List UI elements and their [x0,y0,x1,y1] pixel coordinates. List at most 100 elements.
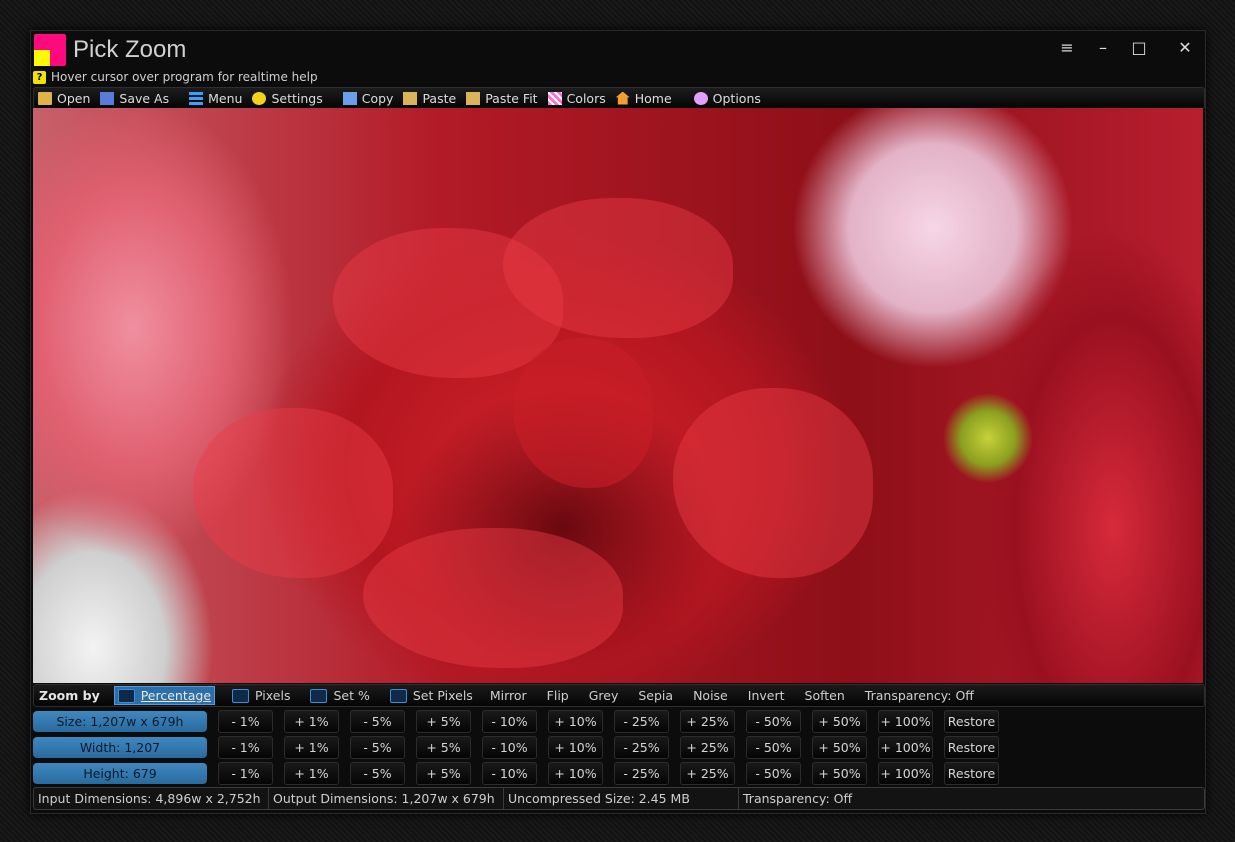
width-plus-50-button[interactable]: + 50% [812,735,867,759]
height-restore-button[interactable]: Restore [944,761,999,785]
copy-button[interactable]: Copy [342,91,393,106]
width-restore-button[interactable]: Restore [944,735,999,759]
soften-button[interactable]: Soften [805,688,845,703]
paste-fit-button[interactable]: Paste Fit [466,90,538,106]
rose-petal [673,388,873,578]
zoom-percentage-option[interactable]: Percentage [113,686,216,705]
minimize-button[interactable]: – [1089,36,1117,60]
zoom-pixels-option[interactable]: Pixels [229,687,293,704]
paste-icon [403,91,418,105]
size-minus-5-button[interactable]: - 5% [350,709,405,733]
size-plus-1-button[interactable]: + 1% [284,709,339,733]
width-minus-5-button[interactable]: - 5% [350,735,405,759]
image-canvas[interactable] [33,108,1203,683]
sepia-button[interactable]: Sepia [638,688,673,703]
flip-button[interactable]: Flip [547,688,569,703]
size-plus-25-button[interactable]: + 25% [680,709,735,733]
paste-fit-icon [466,91,481,105]
zoom-by-label: Zoom by [39,688,100,703]
width-plus-100-button[interactable]: + 100% [878,735,933,759]
swap-icon [117,688,135,703]
colors-label: Colors [566,90,606,106]
home-button[interactable]: Home [615,91,672,106]
height-plus-100-button[interactable]: + 100% [878,761,933,785]
noise-button[interactable]: Noise [693,688,728,703]
zoom-option-label: Percentage [140,688,212,703]
size-minus-50-button[interactable]: - 50% [746,709,801,733]
paste-fit-label: Paste Fit [485,90,538,106]
size-plus-100-button[interactable]: + 100% [878,709,933,733]
width-plus-10-button[interactable]: + 10% [548,735,603,759]
save-as-button[interactable]: Save As [100,91,169,106]
size-plus-10-button[interactable]: + 10% [548,709,603,733]
zoom-option-label: Set Pixels [412,688,473,703]
home-icon [615,91,630,105]
swap-icon [310,688,328,703]
width-minus-25-button[interactable]: - 25% [614,735,669,759]
height-minus-25-button[interactable]: - 25% [614,761,669,785]
width-field[interactable]: Width: 1,207 [33,736,207,758]
zoom-option-label: Set % [333,688,370,703]
colors-button[interactable]: Colors [547,90,606,106]
open-button[interactable]: Open [38,91,90,106]
options-label: Options [712,90,761,106]
width-minus-1-button[interactable]: - 1% [218,735,273,759]
close-button[interactable]: ✕ [1171,36,1199,60]
size-plus-5-button[interactable]: + 5% [416,709,471,733]
menu-label: Menu [208,90,243,106]
color-palette-icon [547,91,562,105]
transparency-toggle[interactable]: Transparency: Off [865,688,974,703]
width-minus-50-button[interactable]: - 50% [746,735,801,759]
transparency-status: Transparency: Off [743,791,853,806]
app-logo-icon [34,34,66,66]
size-minus-25-button[interactable]: - 25% [614,709,669,733]
maximize-button[interactable]: □ [1125,36,1153,60]
copy-icon [342,91,357,105]
height-plus-10-button[interactable]: + 10% [548,761,603,785]
zoom-set-pixels-option[interactable]: Set Pixels [387,687,476,704]
mirror-button[interactable]: Mirror [490,688,527,703]
width-plus-1-button[interactable]: + 1% [284,735,339,759]
rose-petal [513,338,653,488]
menu-button[interactable]: Menu [189,91,242,106]
rose-petal [193,408,393,578]
swap-icon [232,688,250,703]
help-text: Hover cursor over program for realtime h… [51,70,318,84]
settings-button[interactable]: Settings [252,90,323,106]
size-field[interactable]: Size: 1,207w x 679h [33,710,207,732]
hamburger-menu-icon[interactable]: ≡ [1053,36,1081,60]
settings-label: Settings [271,90,323,106]
floppy-disk-icon [100,91,115,105]
paste-button[interactable]: Paste [403,91,456,106]
folder-open-icon [38,91,52,105]
width-plus-5-button[interactable]: + 5% [416,735,471,759]
size-restore-button[interactable]: Restore [944,709,999,733]
flower-options-icon [693,91,708,105]
output-dimensions: Output Dimensions: 1,207w x 679h [269,788,504,809]
zoom-set-percent-option[interactable]: Set % [307,687,372,704]
options-button[interactable]: Options [693,90,761,106]
height-minus-50-button[interactable]: - 50% [746,761,801,785]
grey-button[interactable]: Grey [589,688,619,703]
size-plus-50-button[interactable]: + 50% [812,709,867,733]
invert-button[interactable]: Invert [748,688,785,703]
height-plus-25-button[interactable]: + 25% [680,761,735,785]
height-field[interactable]: Height: 679 [33,762,207,784]
zoom-option-label: Pixels [255,688,291,703]
width-plus-25-button[interactable]: + 25% [680,735,735,759]
rose-petal [363,528,623,668]
height-plus-1-button[interactable]: + 1% [284,761,339,785]
height-minus-10-button[interactable]: - 10% [482,761,537,785]
app-title: Pick Zoom [73,36,187,63]
height-minus-1-button[interactable]: - 1% [218,761,273,785]
swap-icon [389,688,407,703]
input-dimensions: Input Dimensions: 4,896w x 2,752h [34,788,269,809]
height-plus-5-button[interactable]: + 5% [416,761,471,785]
size-minus-10-button[interactable]: - 10% [482,709,537,733]
height-plus-50-button[interactable]: + 50% [812,761,867,785]
size-row: Size: 1,207w x 679h - 1% + 1% - 5% + 5% … [33,709,999,733]
height-row: Height: 679 - 1% + 1% - 5% + 5% - 10% + … [33,761,999,785]
size-minus-1-button[interactable]: - 1% [218,709,273,733]
height-minus-5-button[interactable]: - 5% [350,761,405,785]
width-minus-10-button[interactable]: - 10% [482,735,537,759]
